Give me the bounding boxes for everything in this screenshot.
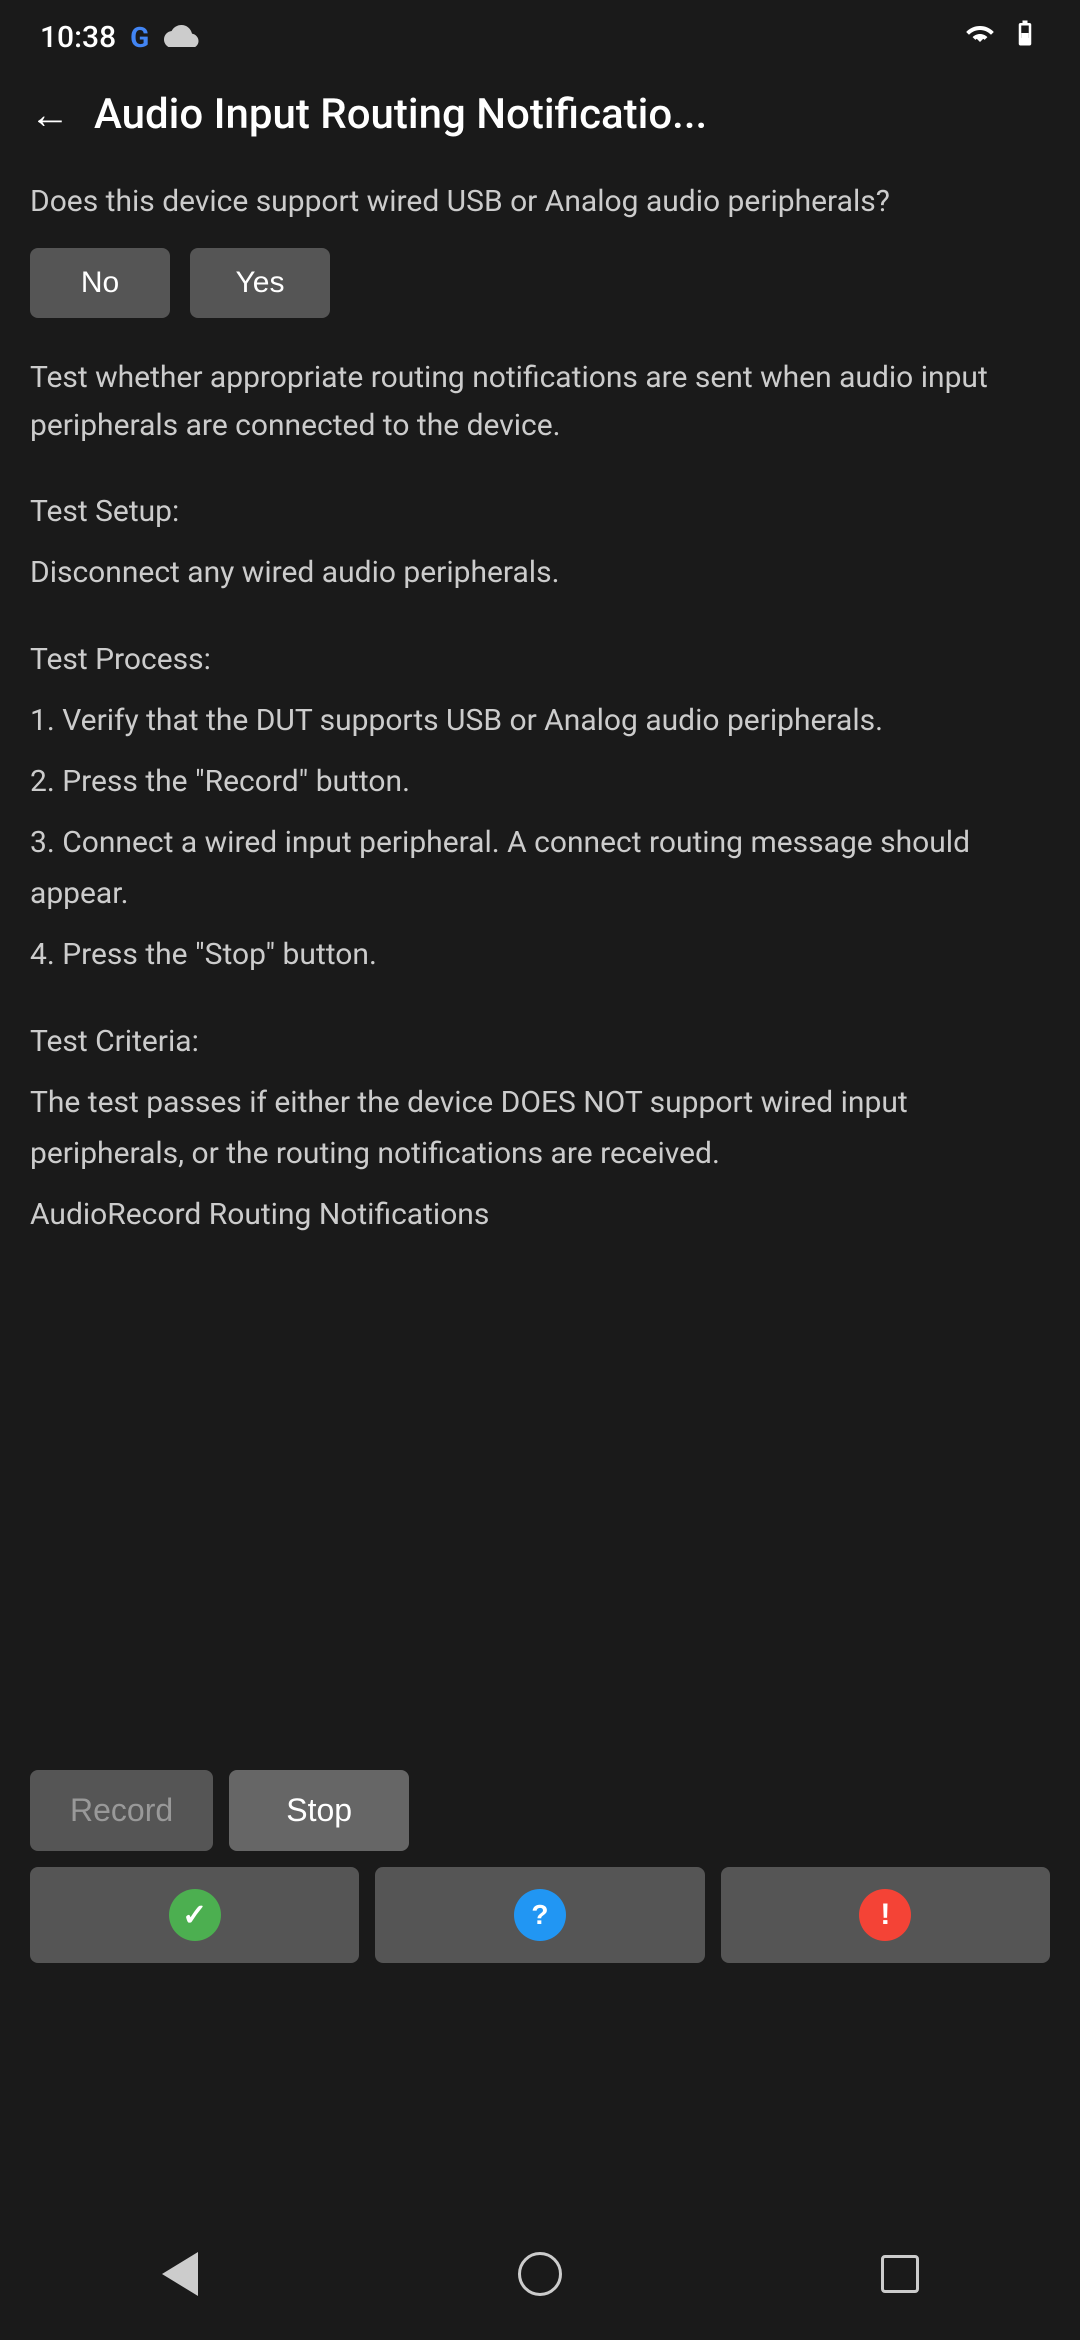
info-button[interactable]: ?: [375, 1867, 704, 1963]
test-setup-section: Test Setup: Disconnect any wired audio p…: [30, 486, 1050, 598]
fail-icon: !: [859, 1889, 911, 1941]
pass-button[interactable]: ✓: [30, 1867, 359, 1963]
info-icon: ?: [514, 1889, 566, 1941]
back-nav-icon: [162, 2252, 198, 2296]
test-process-step4: 4. Press the "Stop" button.: [30, 929, 1050, 980]
stop-button[interactable]: Stop: [229, 1770, 409, 1851]
no-button[interactable]: No: [30, 248, 170, 318]
back-button[interactable]: ←: [30, 91, 70, 138]
test-process-label: Test Process:: [30, 634, 1050, 685]
question-text: Does this device support wired USB or An…: [30, 179, 1050, 224]
battery-icon: [1010, 18, 1040, 56]
test-setup-label: Test Setup:: [30, 486, 1050, 537]
test-process-step2: 2. Press the "Record" button.: [30, 756, 1050, 807]
test-process-section: Test Process: 1. Verify that the DUT sup…: [30, 634, 1050, 980]
test-criteria-label: Test Criteria:: [30, 1016, 1050, 1067]
result-buttons-row: ✓ ? !: [0, 1867, 1080, 1993]
yes-no-row: No Yes: [30, 248, 1050, 318]
pass-icon: ✓: [169, 1889, 221, 1941]
content-area: Does this device support wired USB or An…: [0, 159, 1080, 1523]
test-criteria-section: Test Criteria: The test passes if either…: [30, 1016, 1050, 1240]
record-button[interactable]: Record: [30, 1770, 213, 1851]
status-bar: 10:38 G: [0, 0, 1080, 66]
page-title: Audio Input Routing Notificatio...: [94, 90, 1050, 139]
page-header: ← Audio Input Routing Notificatio...: [0, 66, 1080, 159]
status-left: 10:38 G: [40, 20, 199, 55]
cloud-icon: [163, 20, 199, 55]
home-nav-button[interactable]: [500, 2244, 580, 2304]
wifi-icon: [962, 18, 998, 56]
fail-button[interactable]: !: [721, 1867, 1050, 1963]
test-setup-text: Disconnect any wired audio peripherals.: [30, 547, 1050, 598]
app-name-text: AudioRecord Routing Notifications: [30, 1189, 1050, 1240]
recents-nav-button[interactable]: [860, 2244, 940, 2304]
action-buttons-row: Record Stop: [0, 1750, 1080, 1867]
test-process-step3: 3. Connect a wired input peripheral. A c…: [30, 817, 1050, 919]
status-right: [962, 18, 1040, 56]
navigation-bar: [0, 2220, 1080, 2340]
recents-nav-icon: [881, 2255, 919, 2293]
yes-button[interactable]: Yes: [190, 248, 330, 318]
test-criteria-text: The test passes if either the device DOE…: [30, 1077, 1050, 1179]
time-display: 10:38: [40, 20, 116, 55]
description-text: Test whether appropriate routing notific…: [30, 354, 1050, 450]
home-nav-icon: [518, 2252, 562, 2296]
test-process-step1: 1. Verify that the DUT supports USB or A…: [30, 695, 1050, 746]
google-logo: G: [130, 21, 149, 54]
back-nav-button[interactable]: [140, 2244, 220, 2304]
